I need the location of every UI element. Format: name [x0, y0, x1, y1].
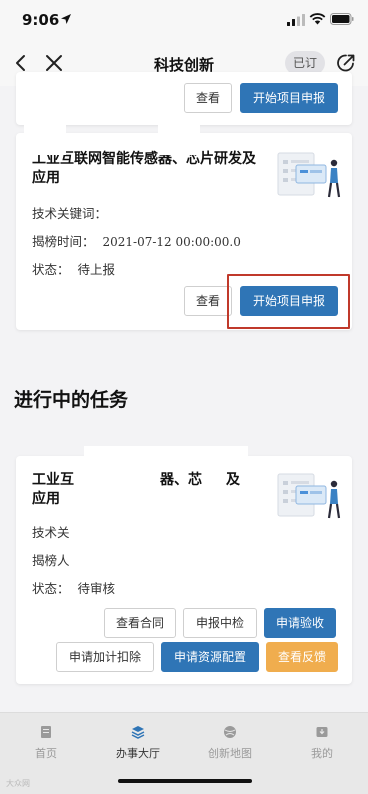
- battery-icon: [330, 13, 354, 25]
- time-label-partial: 揭榜人: [32, 553, 70, 568]
- document-illustration-icon: [277, 473, 341, 519]
- status-time: 9:06: [22, 11, 60, 29]
- highlight-frame: [227, 274, 350, 329]
- time-value: 2021-07-12 00:00:00.0: [102, 235, 241, 249]
- tab-label: 我的: [311, 747, 333, 760]
- tab-service-hall[interactable]: 办事大厅: [92, 725, 184, 761]
- request-acceptance-button[interactable]: 申请验收: [264, 608, 336, 638]
- redaction-block: [84, 488, 248, 563]
- status-value: 待审核: [77, 581, 116, 596]
- redaction-block: [158, 113, 200, 155]
- start-application-button[interactable]: 开始项目申报: [240, 83, 338, 113]
- request-deduction-button[interactable]: 申请加计扣除: [56, 642, 154, 672]
- document-illustration-icon: [277, 152, 341, 198]
- tab-label: 办事大厅: [116, 747, 160, 760]
- section-title-in-progress: 进行中的任务: [14, 389, 129, 411]
- cellular-signal-icon: [287, 14, 305, 26]
- title-fragment: 及: [226, 472, 240, 488]
- view-feedback-button[interactable]: 查看反馈: [266, 642, 338, 672]
- status-row: 状态： 待审核: [32, 578, 115, 597]
- home-indicator[interactable]: [118, 779, 252, 783]
- time-label: 揭榜时间：: [32, 234, 95, 249]
- tab-innovation-map[interactable]: 创新地图: [184, 725, 276, 761]
- status-label: 状态：: [32, 262, 70, 277]
- inbox-icon: [316, 727, 328, 737]
- tab-profile[interactable]: 我的: [276, 725, 368, 761]
- share-icon[interactable]: [335, 52, 357, 74]
- tab-home[interactable]: 首页: [0, 725, 92, 761]
- title-fragment: 器、芯: [160, 472, 202, 488]
- redaction-block: [84, 446, 248, 468]
- globe-icon: [224, 726, 236, 738]
- redaction-block: [84, 468, 158, 488]
- status-label: 状态：: [32, 581, 70, 596]
- tab-label: 首页: [35, 747, 57, 760]
- keywords-label-partial: 技术关: [32, 525, 70, 540]
- status-row: 状态： 待上报: [32, 259, 115, 278]
- title-fragment: 应用: [32, 491, 60, 507]
- layers-icon: [131, 726, 145, 739]
- watermark: 大众网: [6, 779, 30, 788]
- time-row: 揭榜时间： 2021-07-12 00:00:00.0: [32, 231, 241, 250]
- location-arrow-icon: [61, 14, 71, 24]
- wifi-icon: [309, 13, 326, 25]
- request-resource-button[interactable]: 申请资源配置: [161, 642, 259, 672]
- keywords-label: 技术关键词：: [32, 206, 108, 221]
- view-button[interactable]: 查看: [184, 83, 232, 113]
- redaction-block: [24, 113, 66, 155]
- view-button[interactable]: 查看: [184, 286, 232, 316]
- mid-inspection-button[interactable]: 申报中检: [183, 608, 257, 638]
- title-fragment: 工业互: [32, 472, 74, 488]
- status-bar: 9:06: [0, 0, 368, 42]
- tab-label: 创新地图: [208, 747, 252, 760]
- status-value: 待上报: [77, 262, 116, 277]
- project-title: 工业互联网智能传感器、芯片研发及应用: [32, 151, 256, 186]
- doc-icon: [41, 726, 51, 738]
- redaction-block: [202, 468, 222, 488]
- view-contract-button[interactable]: 查看合同: [104, 608, 176, 638]
